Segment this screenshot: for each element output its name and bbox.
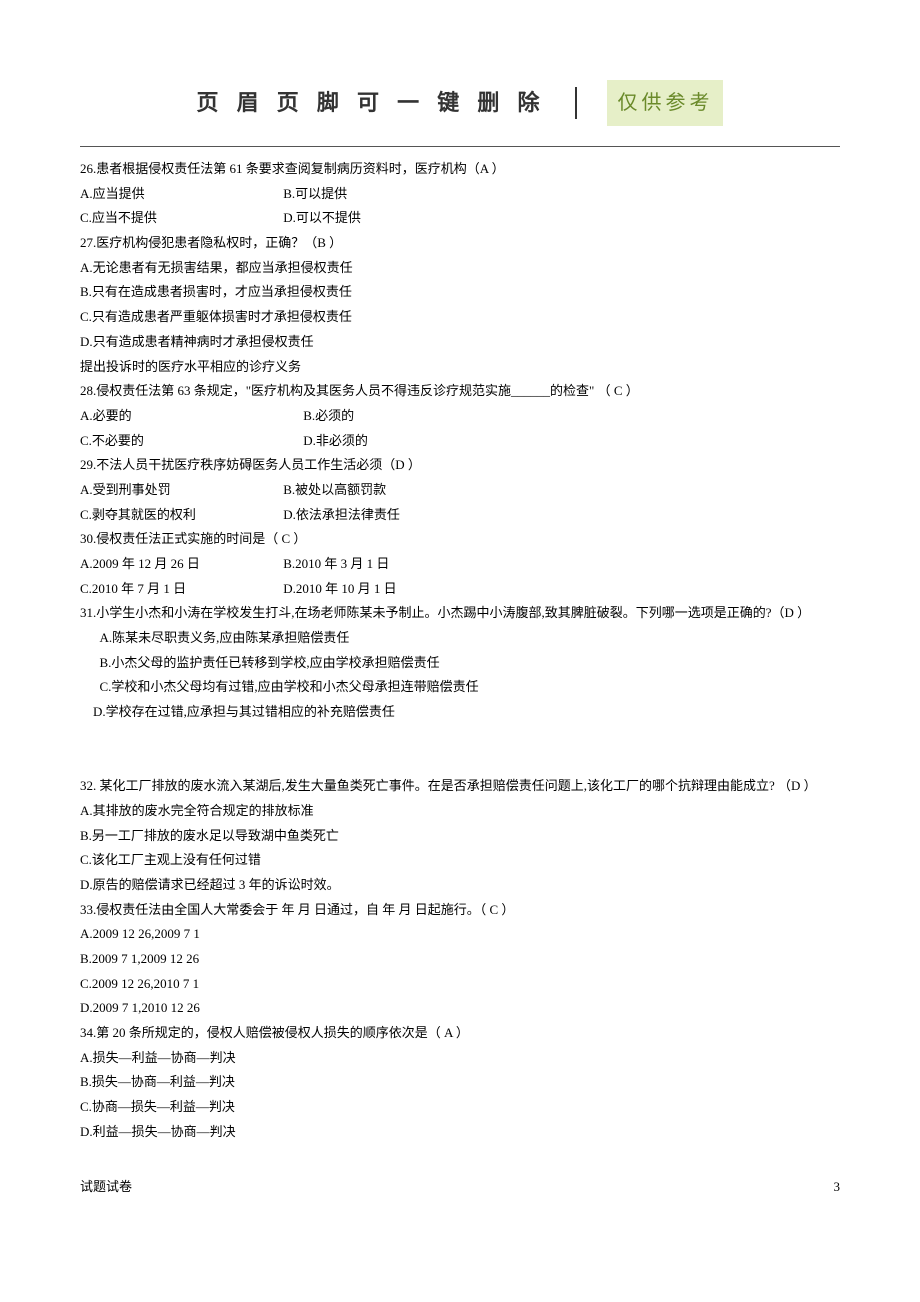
q29-option-a: A.受到刑事处罚 — [80, 478, 280, 503]
q27-option-b: B.只有在造成患者损害时，才应当承担侵权责任 — [80, 280, 840, 305]
q32-option-b: B.另一工厂排放的废水足以导致湖中鱼类死亡 — [80, 824, 840, 849]
q28-option-c: C.不必要的 — [80, 429, 300, 454]
q26-option-c: C.应当不提供 — [80, 206, 280, 231]
q30-options-row2: C.2010 年 7 月 1 日 D.2010 年 10 月 1 日 — [80, 577, 840, 602]
q31-option-c: C.学校和小杰父母均有过错,应由学校和小杰父母承担连带赔偿责任 — [80, 675, 840, 700]
q28-stem: 28.侵权责任法第 63 条规定，"医疗机构及其医务人员不得违反诊疗规范实施__… — [80, 379, 840, 404]
q30-option-b: B.2010 年 3 月 1 日 — [283, 556, 389, 571]
q29-option-c: C.剥夺其就医的权利 — [80, 503, 280, 528]
q26-option-a: A.应当提供 — [80, 182, 280, 207]
q33-option-b: B.2009 7 1,2009 12 26 — [80, 947, 840, 972]
q31-option-b: B.小杰父母的监护责任已转移到学校,应由学校承担赔偿责任 — [80, 651, 840, 676]
q29-option-d: D.依法承担法律责任 — [283, 507, 400, 522]
q29-options-row2: C.剥夺其就医的权利 D.依法承担法律责任 — [80, 503, 840, 528]
q27-stem: 27.医疗机构侵犯患者隐私权时，正确？（B ） — [80, 231, 840, 256]
q28-option-a: A.必要的 — [80, 404, 300, 429]
q26-options-row1: A.应当提供 B.可以提供 — [80, 182, 840, 207]
q28-option-d: D.非必须的 — [303, 433, 368, 448]
q27-option-d: D.只有造成患者精神病时才承担侵权责任 — [80, 330, 840, 355]
q29-options-row1: A.受到刑事处罚 B.被处以高额罚款 — [80, 478, 840, 503]
q34-stem: 34.第 20 条所规定的，侵权人赔偿被侵权人损失的顺序依次是（ A ） — [80, 1021, 840, 1046]
page-header: 页 眉 页 脚 可 一 键 删 除 仅供参考 — [80, 80, 840, 126]
header-divider — [575, 87, 577, 119]
q33-stem: 33.侵权责任法由全国人大常委会于 年 月 日通过，自 年 月 日起施行。（ C… — [80, 898, 840, 923]
q30-options-row1: A.2009 年 12 月 26 日 B.2010 年 3 月 1 日 — [80, 552, 840, 577]
q33-option-c: C.2009 12 26,2010 7 1 — [80, 972, 840, 997]
q34-option-a: A.损失—利益—协商—判决 — [80, 1046, 840, 1071]
q29-stem: 29.不法人员干扰医疗秩序妨碍医务人员工作生活必须（D ） — [80, 453, 840, 478]
q30-option-c: C.2010 年 7 月 1 日 — [80, 577, 280, 602]
q27-extra: 提出投诉时的医疗水平相应的诊疗义务 — [80, 355, 840, 380]
header-badge: 仅供参考 — [607, 80, 723, 126]
q32-stem: 32. 某化工厂排放的废水流入某湖后,发生大量鱼类死亡事件。在是否承担赔偿责任问… — [80, 774, 840, 799]
q32-option-d: D.原告的赔偿请求已经超过 3 年的诉讼时效。 — [80, 873, 840, 898]
footer-left: 试题试卷 — [80, 1175, 132, 1200]
q31-stem: 31.小学生小杰和小涛在学校发生打斗,在场老师陈某未予制止。小杰踢中小涛腹部,致… — [80, 601, 840, 626]
q34-option-b: B.损失—协商—利益—判决 — [80, 1070, 840, 1095]
q26-option-d: D.可以不提供 — [283, 210, 361, 225]
page-footer: 试题试卷 3 — [80, 1175, 840, 1200]
q29-option-b: B.被处以高额罚款 — [283, 482, 386, 497]
header-title: 页 眉 页 脚 可 一 键 删 除 — [197, 82, 546, 124]
q33-option-a: A.2009 12 26,2009 7 1 — [80, 922, 840, 947]
q28-option-b: B.必须的 — [303, 408, 354, 423]
q26-options-row2: C.应当不提供 D.可以不提供 — [80, 206, 840, 231]
q28-options-row1: A.必要的 B.必须的 — [80, 404, 840, 429]
q31-option-d: D.学校存在过错,应承担与其过错相应的补充赔偿责任 — [80, 700, 840, 725]
q30-option-d: D.2010 年 10 月 1 日 — [283, 581, 396, 596]
q30-stem: 30.侵权责任法正式实施的时间是（ C ） — [80, 527, 840, 552]
q32-option-c: C.该化工厂主观上没有任何过错 — [80, 848, 840, 873]
q27-option-a: A.无论患者有无损害结果，都应当承担侵权责任 — [80, 256, 840, 281]
q28-options-row2: C.不必要的 D.非必须的 — [80, 429, 840, 454]
q27-option-c: C.只有造成患者严重躯体损害时才承担侵权责任 — [80, 305, 840, 330]
q26-stem: 26.患者根据侵权责任法第 61 条要求查阅复制病历资料时，医疗机构（A ） — [80, 157, 840, 182]
q32-option-a: A.其排放的废水完全符合规定的排放标准 — [80, 799, 840, 824]
q31-option-a: A.陈某未尽职责义务,应由陈某承担赔偿责任 — [80, 626, 840, 651]
q34-option-c: C.协商—损失—利益—判决 — [80, 1095, 840, 1120]
header-rule — [80, 146, 840, 147]
q30-option-a: A.2009 年 12 月 26 日 — [80, 552, 280, 577]
q33-option-d: D.2009 7 1,2010 12 26 — [80, 996, 840, 1021]
document-body: 26.患者根据侵权责任法第 61 条要求查阅复制病历资料时，医疗机构（A ） A… — [80, 157, 840, 1145]
q34-option-d: D.利益—损失—协商—判决 — [80, 1120, 840, 1145]
page-number: 3 — [834, 1175, 841, 1200]
q26-option-b: B.可以提供 — [283, 186, 347, 201]
